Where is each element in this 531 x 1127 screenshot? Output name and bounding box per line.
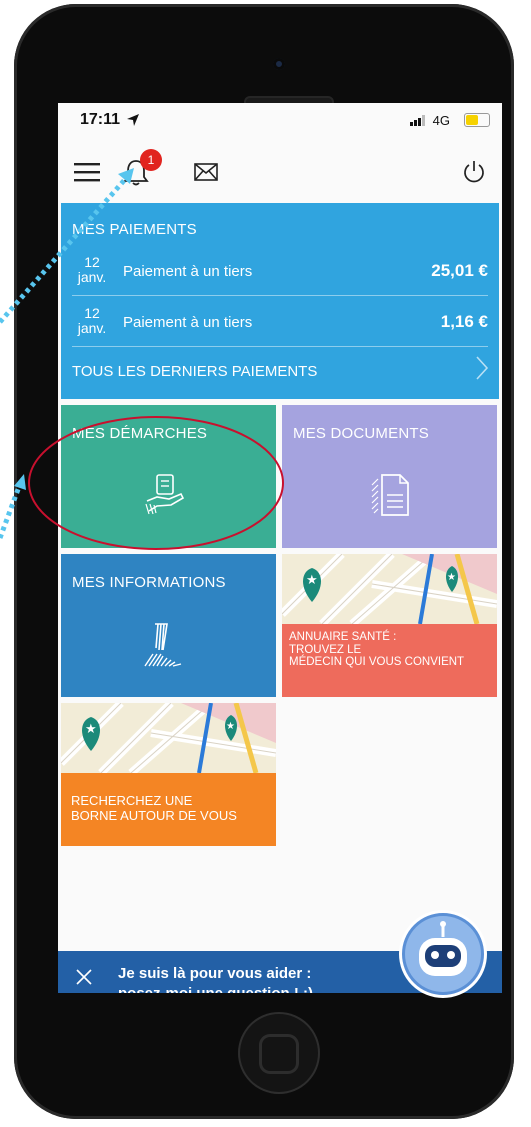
highlight-circle <box>28 416 284 550</box>
annotation-arrow-line <box>0 483 23 539</box>
annotation-overlay <box>0 168 284 550</box>
annotation-arrow-line <box>0 174 130 324</box>
annotation-arrowhead <box>14 474 26 490</box>
